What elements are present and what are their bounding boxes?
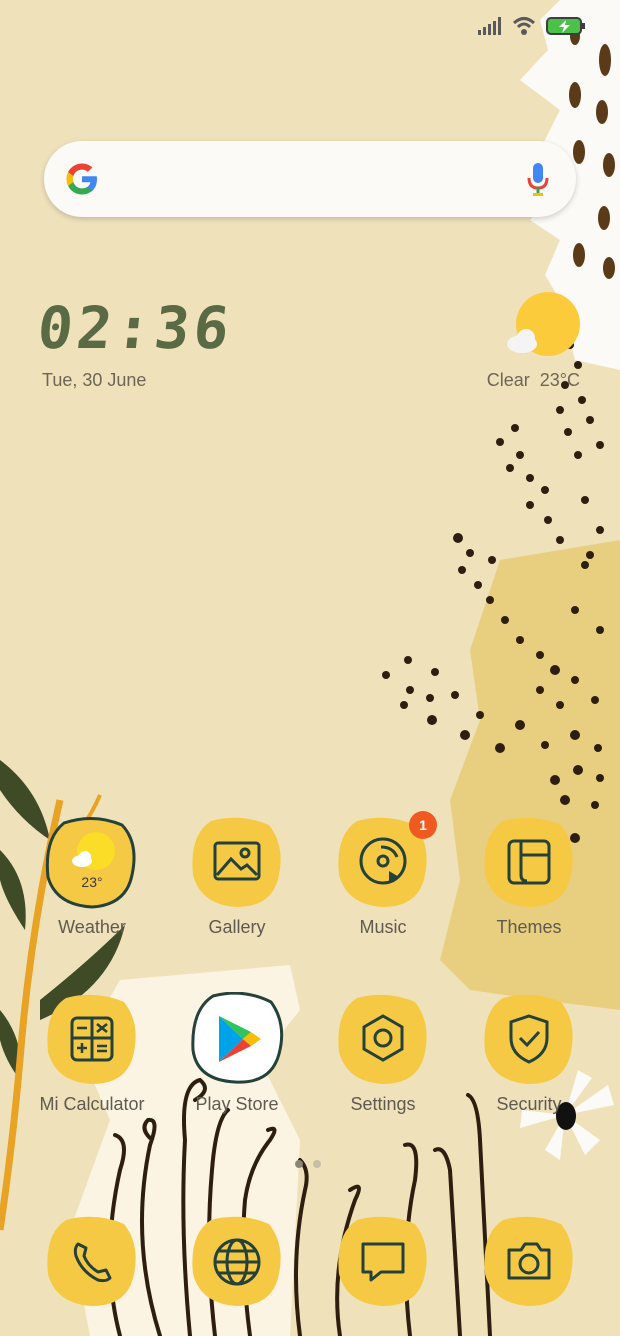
weather-app-temp: 23° [81, 874, 102, 890]
browser-globe-icon [189, 1214, 285, 1310]
google-logo [66, 163, 97, 195]
app-label: Weather [58, 917, 126, 937]
dock-messages[interactable] [318, 1214, 448, 1310]
app-label: Play Store [195, 1094, 279, 1114]
weather-temperature: 23°C [539, 370, 580, 390]
google-search-bar[interactable] [44, 141, 576, 217]
battery-charging-icon [546, 17, 585, 35]
app-label: Mi Calculator [39, 1094, 145, 1114]
messages-icon [335, 1214, 431, 1310]
shield-check-icon [481, 992, 577, 1088]
camera-icon [481, 1214, 577, 1310]
clock-time[interactable]: 02:36 [34, 294, 236, 362]
play-store-icon [189, 991, 285, 1088]
page-indicator[interactable] [295, 1160, 321, 1168]
app-play-store[interactable]: Play Store [172, 991, 302, 1115]
wifi-icon [512, 17, 536, 35]
app-weather[interactable]: 23° Weather [27, 815, 157, 938]
app-music[interactable]: 1 Music [318, 811, 448, 938]
status-bar [478, 16, 586, 36]
app-gallery[interactable]: Gallery [172, 815, 302, 938]
mic-icon[interactable] [526, 161, 550, 197]
app-label: Themes [496, 917, 562, 937]
app-settings[interactable]: Settings [318, 992, 448, 1115]
app-label: Music [359, 917, 407, 937]
weather-icon: 23° [44, 815, 140, 911]
page-dot-current [295, 1160, 303, 1168]
app-themes[interactable]: Themes [464, 815, 594, 938]
themes-icon [481, 815, 577, 911]
phone-icon [44, 1214, 140, 1310]
dock-camera[interactable] [464, 1214, 594, 1310]
music-icon: 1 [335, 811, 437, 911]
app-label: Security [496, 1094, 562, 1114]
gallery-icon [189, 815, 285, 911]
calculator-icon [44, 992, 140, 1088]
dock-phone[interactable] [27, 1214, 157, 1310]
signal-icon [478, 17, 501, 35]
app-label: Settings [350, 1094, 416, 1114]
page-dot [313, 1160, 321, 1168]
dock-browser[interactable] [172, 1214, 302, 1310]
app-mi-calculator[interactable]: Mi Calculator [27, 992, 157, 1115]
app-label: Gallery [208, 917, 266, 937]
weather-condition: Clear [486, 370, 530, 390]
weather-summary[interactable]: Clear 23°C [487, 370, 580, 391]
notification-badge: 1 [409, 811, 437, 839]
app-security[interactable]: Security [464, 992, 594, 1115]
clock-date[interactable]: Tue, 30 June [42, 370, 146, 391]
sun-cloud-icon[interactable] [504, 292, 580, 362]
settings-icon [335, 992, 431, 1088]
